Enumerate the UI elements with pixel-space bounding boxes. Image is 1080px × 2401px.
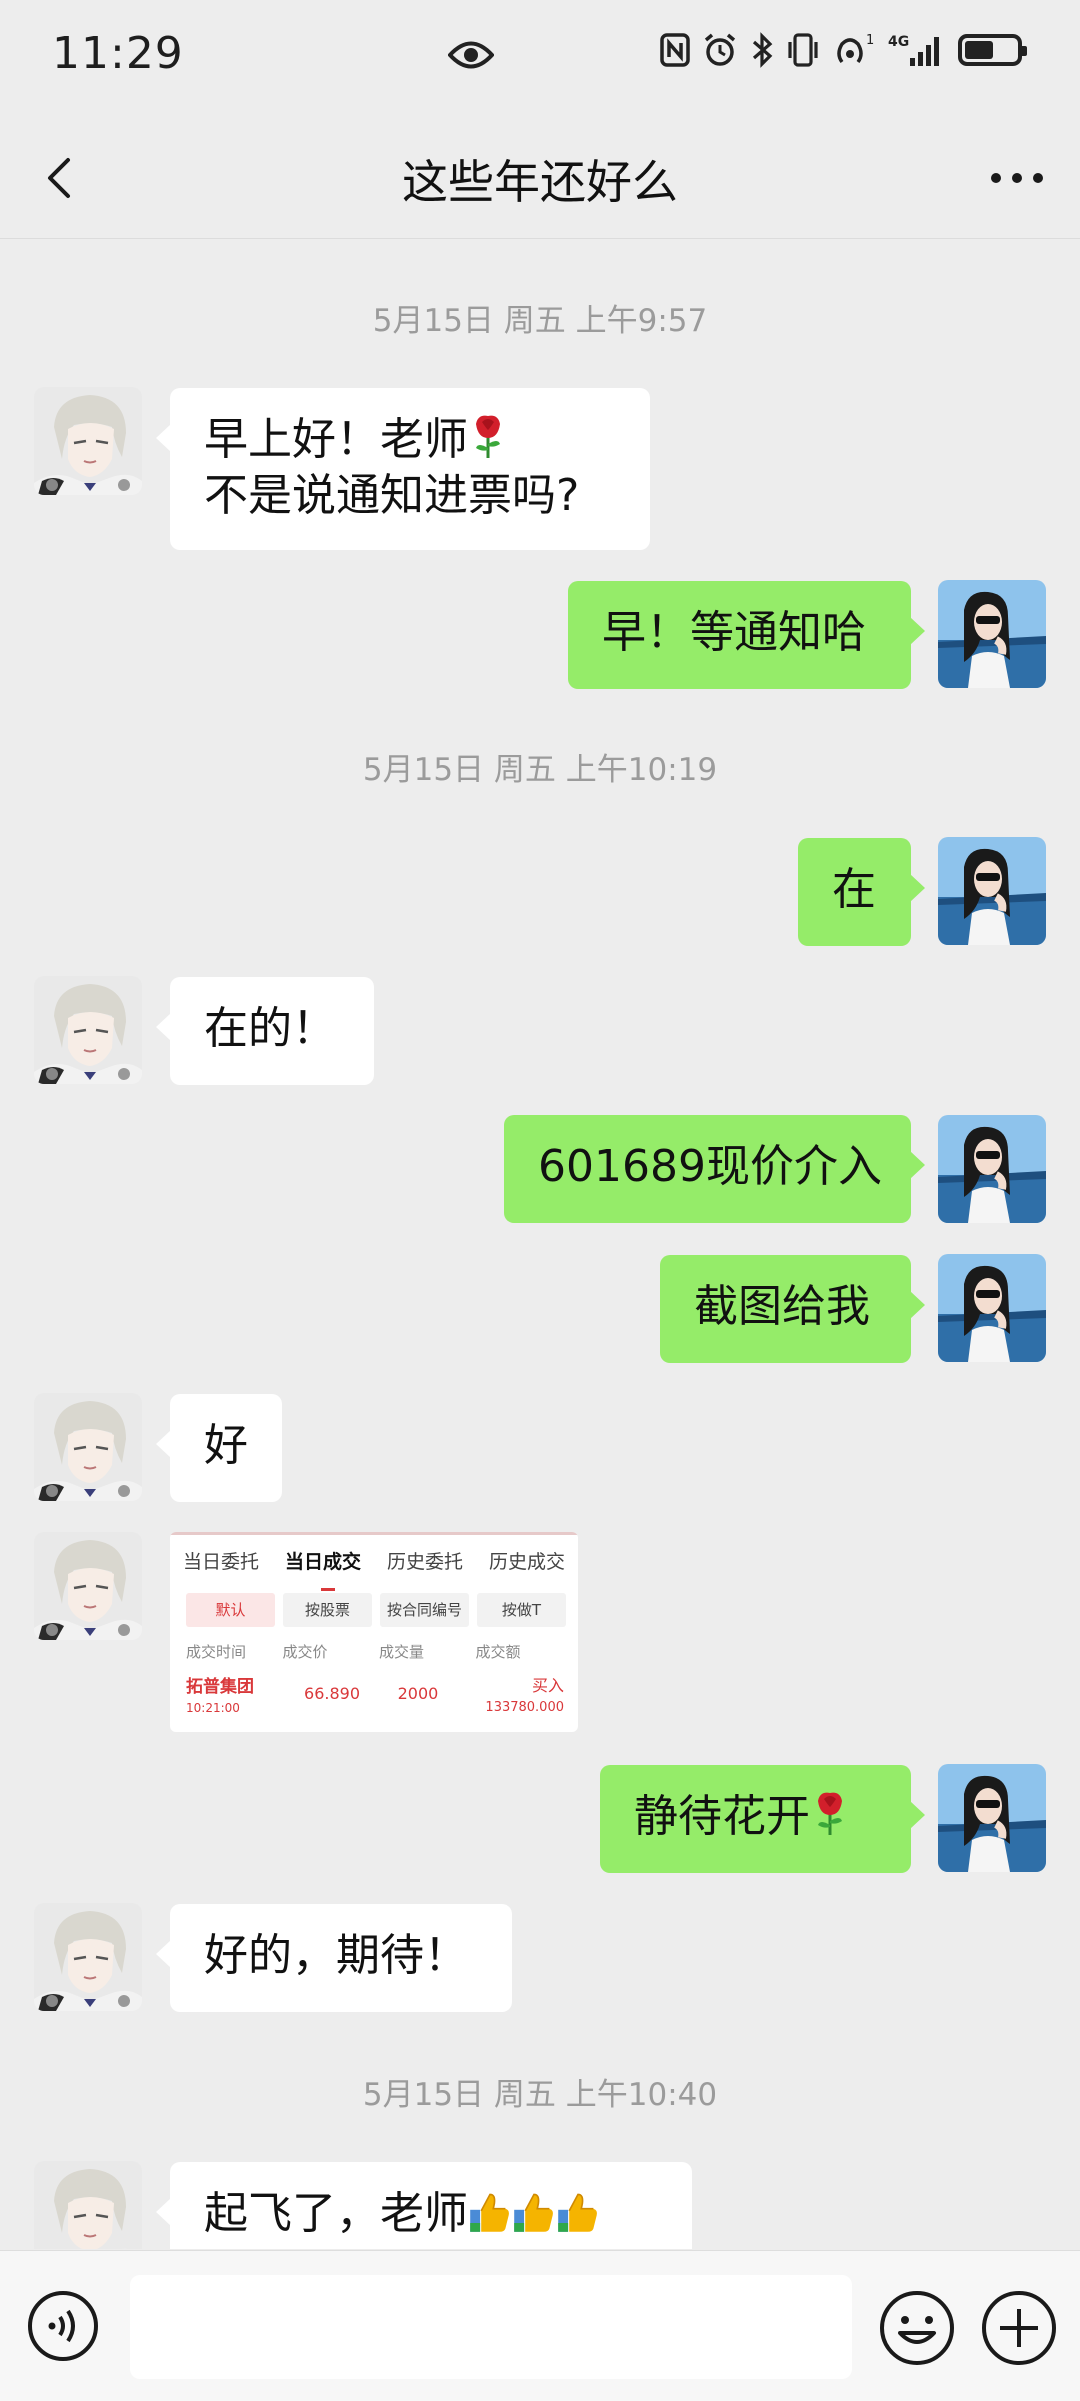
column-header: 成交时间 [186, 1643, 247, 1661]
message-bubble-incoming[interactable]: 好的，期待！ [156, 1904, 512, 2012]
trade-time: 10:21:00 [186, 1701, 240, 1715]
message-text: 静待花开 [634, 1791, 810, 1842]
status-time: 11:29 [52, 28, 184, 79]
column-header: 成交额 [475, 1643, 521, 1661]
hotspot-icon: 1 [832, 32, 876, 68]
message-bubble-outgoing[interactable]: 截图给我 [660, 1255, 925, 1363]
more-functions-button[interactable] [980, 2289, 1058, 2367]
plus-icon [982, 2291, 1056, 2365]
message-bubble-outgoing[interactable]: 静待花开 [600, 1765, 925, 1873]
message-text: 早！等通知哈 [602, 607, 866, 658]
rose-emoji-icon [468, 412, 508, 460]
rose-emoji-icon [810, 1789, 850, 1837]
chat-header: 这些年还好么 [0, 118, 1080, 239]
message-text: 在的！ [204, 1003, 336, 1054]
nfc-icon [660, 33, 690, 67]
message-bubble-outgoing[interactable]: 早！等通知哈 [568, 581, 925, 689]
screenshot-tab: 历史委托 [386, 1551, 463, 1573]
my-avatar[interactable] [938, 837, 1046, 945]
message-bubble-outgoing[interactable]: 在 [798, 838, 925, 946]
thumbs-up-emoji-icon [556, 2190, 600, 2234]
bluetooth-icon [750, 32, 774, 68]
battery-icon [958, 34, 1027, 66]
message-text: 早上好！老师 [204, 414, 468, 465]
screenshot-tab-active: 当日成交 [285, 1547, 361, 1591]
trade-qty: 2000 [397, 1684, 439, 1703]
screenshot-filter: 按合同编号 [380, 1593, 469, 1627]
more-dots-icon [991, 173, 1043, 183]
screenshot-tab: 历史成交 [488, 1551, 565, 1573]
message-text: 好的，期待！ [204, 1930, 468, 1981]
screenshot-table-header: 成交时间 成交价 成交量 成交额 [170, 1627, 578, 1662]
message-text: 好 [204, 1420, 248, 1471]
vibrate-icon [786, 32, 820, 68]
status-bar: 11:29 1 4G [0, 0, 1080, 118]
screenshot-filter: 默认 [186, 1593, 275, 1627]
emoji-button[interactable] [878, 2289, 956, 2367]
input-bar [0, 2250, 1080, 2401]
message-input[interactable] [130, 2275, 852, 2379]
image-message-trade-screenshot[interactable]: 当日委托 当日成交 历史委托 历史成交 默认 按股票 按合同编号 按做T 成交时… [170, 1532, 578, 1732]
message-bubble-incoming[interactable]: 好 [156, 1394, 282, 1502]
screenshot-tab: 当日委托 [182, 1551, 259, 1573]
emoji-icon [880, 2291, 954, 2365]
voice-button[interactable] [26, 2289, 100, 2363]
message-list[interactable]: 5月15日 周五 上午9:57 早上好！老师 不是说通知进票吗? 早！等通知哈 … [0, 239, 1080, 2249]
column-header: 成交价 [282, 1643, 328, 1661]
my-avatar[interactable] [938, 580, 1046, 688]
my-avatar[interactable] [938, 1254, 1046, 1362]
screenshot-filter: 按股票 [283, 1593, 372, 1627]
contact-avatar[interactable] [34, 976, 142, 1084]
message-bubble-incoming[interactable]: 早上好！老师 不是说通知进票吗? [156, 388, 650, 550]
message-text: 起飞了，老师 [204, 2188, 468, 2239]
trade-price: 66.890 [304, 1684, 361, 1703]
timestamp: 5月15日 周五 上午10:19 [362, 752, 718, 788]
thumbs-up-emoji-icon [512, 2190, 556, 2234]
eye-icon [447, 38, 495, 76]
message-bubble-incoming[interactable]: 在的！ [156, 977, 374, 1085]
screenshot-table-row: 拓普集团 10:21:00 66.890 2000 买入 133780.000 [170, 1662, 578, 1715]
message-bubble-outgoing[interactable]: 601689现价介入 [504, 1115, 925, 1223]
stock-name: 拓普集团 [186, 1677, 254, 1697]
svg-text:4G: 4G [888, 34, 909, 50]
message-bubble-incoming[interactable]: 起飞了，老师 [156, 2162, 692, 2249]
more-button[interactable] [982, 150, 1052, 206]
message-text: 在 [832, 864, 876, 915]
timestamp: 5月15日 周五 上午9:57 [372, 303, 708, 339]
trade-side: 买入 [531, 1676, 564, 1695]
screenshot-filter: 按做T [477, 1593, 566, 1627]
contact-avatar[interactable] [34, 1532, 142, 1640]
voice-icon [28, 2291, 98, 2361]
thumbs-up-emoji-icon [468, 2190, 512, 2234]
contact-avatar[interactable] [34, 1903, 142, 2011]
column-header: 成交量 [379, 1643, 425, 1661]
message-text: 不是说通知进票吗? [204, 470, 580, 521]
my-avatar[interactable] [938, 1764, 1046, 1872]
svg-text:1: 1 [866, 33, 874, 48]
timestamp: 5月15日 周五 上午10:40 [362, 2077, 718, 2113]
contact-avatar[interactable] [34, 387, 142, 495]
my-avatar[interactable] [938, 1115, 1046, 1223]
message-text: 601689现价介入 [538, 1141, 882, 1192]
status-icons: 1 4G [660, 32, 1027, 68]
contact-avatar[interactable] [34, 2161, 142, 2249]
chat-title: 这些年还好么 [402, 155, 678, 209]
signal-4g-icon: 4G [888, 32, 946, 68]
screenshot-tabs: 当日委托 当日成交 历史委托 历史成交 [170, 1535, 578, 1591]
screenshot-filters: 默认 按股票 按合同编号 按做T [170, 1583, 578, 1627]
message-text: 截图给我 [694, 1281, 870, 1332]
alarm-icon [702, 32, 738, 68]
trade-amount: 133780.000 [485, 1700, 564, 1715]
contact-avatar[interactable] [34, 1393, 142, 1501]
